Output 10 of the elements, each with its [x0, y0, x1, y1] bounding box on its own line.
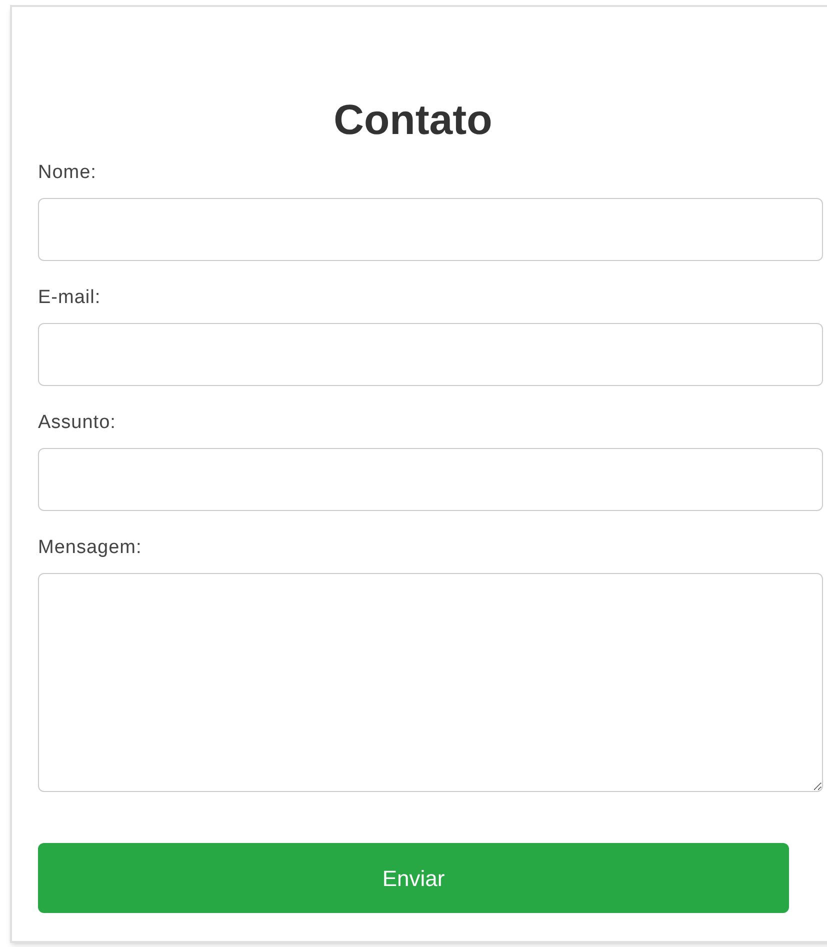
field-label: Assunto: [38, 411, 116, 435]
message-field[interactable] [38, 573, 823, 792]
submit-button[interactable]: Enviar [38, 843, 789, 913]
form-title: Contato [332, 95, 494, 145]
field-label: E-mail: [38, 286, 101, 310]
input-field[interactable] [38, 448, 823, 511]
input-field[interactable] [38, 198, 823, 261]
field-label: Nome: [38, 161, 96, 185]
input-field[interactable] [38, 323, 823, 386]
field-label: Mensagem: [38, 536, 142, 560]
